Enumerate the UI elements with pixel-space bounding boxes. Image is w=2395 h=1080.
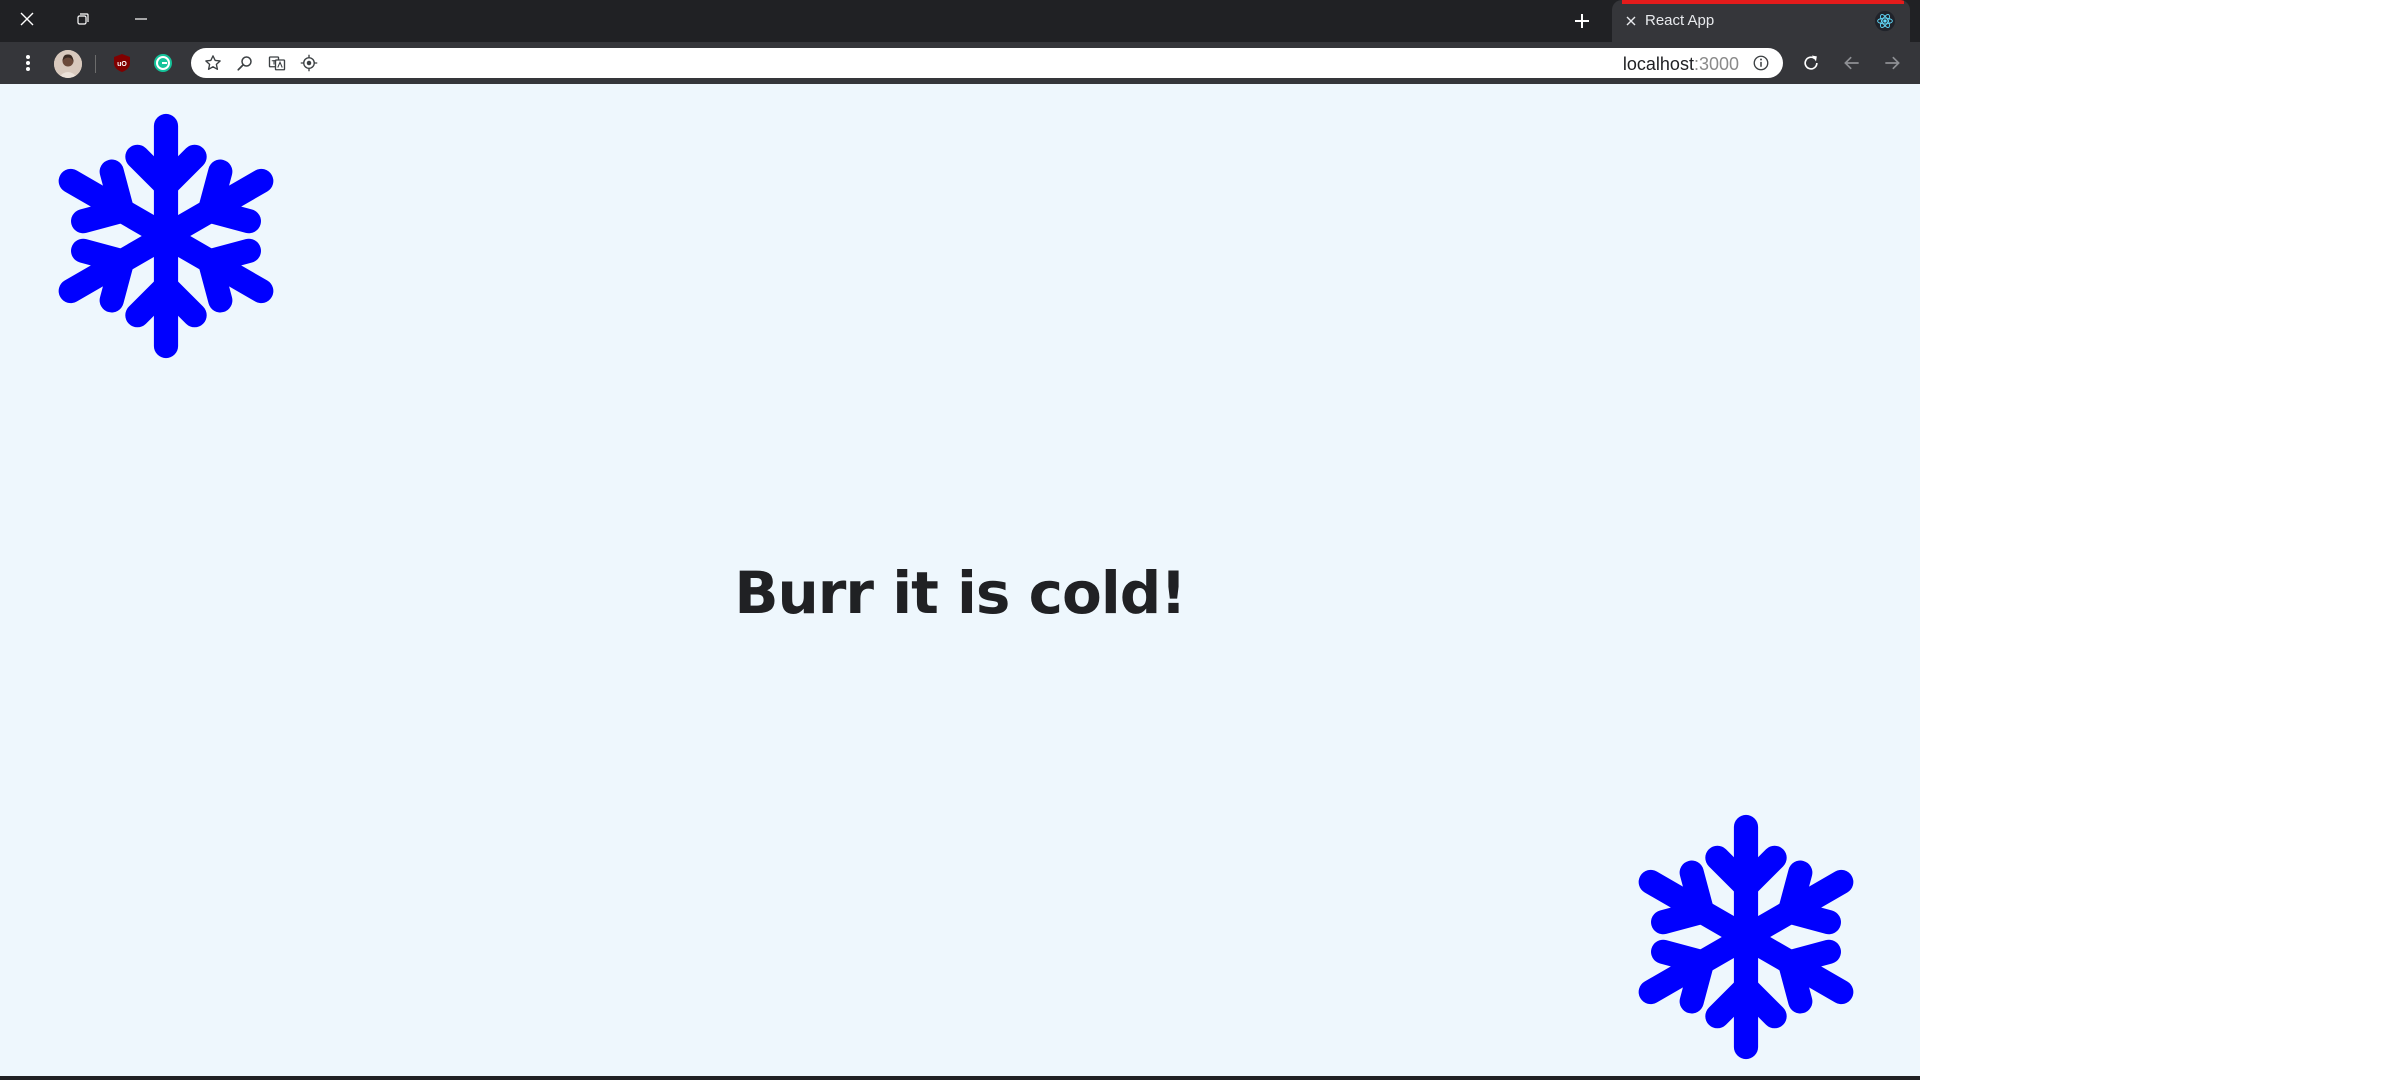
back-icon	[1844, 56, 1859, 70]
profile-avatar[interactable]	[54, 50, 82, 78]
address-bar[interactable]: localhost:3000	[191, 48, 1783, 78]
restore-icon	[77, 13, 89, 25]
plus-icon	[1575, 14, 1589, 28]
ublock-origin-icon[interactable]: uO	[112, 53, 132, 73]
reload-icon	[1804, 55, 1818, 70]
grammarly-icon[interactable]	[153, 53, 173, 73]
location-button[interactable]	[297, 51, 321, 75]
window-minimize-button[interactable]	[118, 4, 164, 34]
translate-button[interactable]	[265, 51, 289, 75]
star-icon	[205, 55, 221, 70]
tab-accent-bar	[1622, 0, 1904, 4]
browser-window: React App uO localhost:3000 Burr it is c…	[0, 0, 1920, 1080]
tab-close-button[interactable]	[1622, 12, 1640, 30]
url-port: :3000	[1693, 54, 1739, 74]
window-bottom-edge	[0, 1076, 1920, 1080]
page-headline: Burr it is cold!	[734, 559, 1186, 627]
react-icon	[1874, 10, 1896, 32]
translate-icon	[268, 56, 286, 71]
forward-button[interactable]	[1880, 51, 1904, 75]
browser-toolbar: uO localhost:3000	[0, 42, 1920, 84]
kebab-menu-icon	[26, 55, 30, 71]
location-icon	[300, 54, 318, 72]
zoom-icon	[237, 56, 252, 71]
reload-button[interactable]	[1799, 51, 1823, 75]
toolbar-divider	[95, 55, 96, 73]
browser-menu-button[interactable]	[16, 51, 40, 75]
tab-title: React App	[1645, 12, 1715, 29]
url-host: localhost	[1622, 54, 1694, 74]
snowflake-icon	[58, 113, 274, 359]
window-restore-button[interactable]	[60, 4, 106, 34]
bookmark-button[interactable]	[201, 51, 225, 75]
site-info-icon	[1753, 55, 1769, 71]
zoom-button[interactable]	[233, 51, 257, 75]
back-button[interactable]	[1840, 51, 1864, 75]
window-close-button[interactable]	[4, 4, 50, 34]
avatar-icon	[54, 50, 82, 78]
minimize-icon	[135, 18, 147, 20]
site-info-button[interactable]	[1749, 51, 1773, 75]
tab-react-app[interactable]: React App	[1612, 0, 1910, 42]
new-tab-button[interactable]	[1564, 7, 1600, 35]
close-icon	[1626, 16, 1636, 26]
snowflake-icon	[1638, 814, 1854, 1060]
url-text: localhost:3000	[1623, 54, 1739, 74]
forward-icon	[1885, 56, 1900, 70]
svg-text:uO: uO	[117, 61, 127, 68]
page-content: Burr it is cold!	[0, 88, 1920, 1076]
title-bar: React App	[0, 0, 1920, 42]
close-icon	[20, 12, 34, 26]
